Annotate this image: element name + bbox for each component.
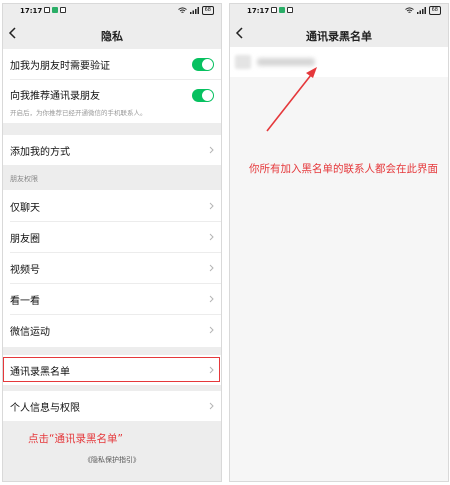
add-me-card: 添加我的方式 bbox=[2, 135, 222, 165]
privacy-screen: 17:17 68 隐私 加我为朋友时需要验证 向我推荐通讯录朋友 开启后，为你推… bbox=[2, 3, 222, 482]
add-friend-verify-row: 加我为朋友时需要验证 bbox=[2, 51, 222, 77]
chevron-right-icon bbox=[209, 326, 214, 334]
wifi-icon bbox=[177, 7, 187, 13]
recommend-hint: 开启后，为你推荐已经开通微信的手机联系人。 bbox=[10, 109, 147, 117]
signal-icon bbox=[189, 7, 199, 14]
click-blacklist-caption: 点击“通讯录黑名单” bbox=[28, 433, 123, 445]
verification-card: 加我为朋友时需要验证 向我推荐通讯录朋友 开启后，为你推荐已经开通微信的手机联系… bbox=[2, 49, 222, 123]
werun-label: 微信运动 bbox=[10, 326, 50, 338]
recommend-contacts-toggle[interactable] bbox=[192, 89, 214, 102]
top-stories-row[interactable]: 看一看 bbox=[2, 286, 222, 312]
privacy-guide-link[interactable]: 《隐私保护指引》 bbox=[2, 455, 222, 465]
moments-row[interactable]: 朋友圈 bbox=[2, 224, 222, 250]
blacklist-screen: 17:17 68 通讯录黑名单 你所有加入黑名单的联系人都会在此界面 bbox=[229, 3, 449, 482]
chevron-right-icon bbox=[209, 402, 214, 410]
page-title: 隐私 bbox=[101, 30, 123, 43]
add-me-methods-row[interactable]: 添加我的方式 bbox=[2, 137, 222, 163]
wechat-notification-icon bbox=[52, 7, 58, 13]
status-right: 68 bbox=[177, 6, 214, 15]
chat-only-label: 仅聊天 bbox=[10, 202, 40, 214]
divider bbox=[10, 79, 222, 80]
personal-info-card: 个人信息与权限 bbox=[2, 391, 222, 421]
status-bar: 17:17 68 bbox=[2, 3, 222, 19]
divider bbox=[10, 283, 222, 284]
chevron-right-icon bbox=[209, 202, 214, 210]
chat-only-row[interactable]: 仅聊天 bbox=[2, 193, 222, 219]
status-time: 17:17 bbox=[20, 7, 43, 15]
chevron-right-icon bbox=[209, 295, 214, 303]
notification-icon bbox=[44, 7, 50, 13]
recommend-contacts-row: 向我推荐通讯录朋友 bbox=[2, 81, 222, 107]
channels-label: 视频号 bbox=[10, 264, 40, 276]
add-friend-verify-label: 加我为朋友时需要验证 bbox=[10, 60, 110, 72]
personal-info-permissions-row[interactable]: 个人信息与权限 bbox=[2, 393, 222, 419]
battery-indicator: 68 bbox=[201, 6, 214, 15]
friend-permissions-card: 仅聊天 朋友圈 视频号 看一看 微信运动 bbox=[2, 190, 222, 347]
personal-info-permissions-label: 个人信息与权限 bbox=[10, 402, 80, 414]
chevron-right-icon bbox=[209, 264, 214, 272]
moments-label: 朋友圈 bbox=[10, 233, 40, 245]
chevron-right-icon bbox=[209, 233, 214, 241]
nav-bar: 隐私 bbox=[2, 21, 222, 47]
divider bbox=[10, 252, 222, 253]
top-stories-label: 看一看 bbox=[10, 295, 40, 307]
divider bbox=[10, 221, 222, 222]
divider bbox=[10, 314, 222, 315]
add-me-methods-label: 添加我的方式 bbox=[10, 146, 70, 158]
friend-permissions-section-label: 朋友权限 bbox=[10, 175, 38, 183]
notification-icon bbox=[60, 7, 66, 13]
blacklist-highlight-box bbox=[3, 357, 220, 382]
channels-row[interactable]: 视频号 bbox=[2, 255, 222, 281]
notification-icons bbox=[44, 7, 66, 13]
blacklist-explanation-note: 你所有加入黑名单的联系人都会在此界面 bbox=[249, 163, 438, 175]
werun-row[interactable]: 微信运动 bbox=[2, 317, 222, 343]
add-friend-verify-toggle[interactable] bbox=[192, 58, 214, 71]
chevron-right-icon bbox=[209, 146, 214, 154]
recommend-contacts-label: 向我推荐通讯录朋友 bbox=[10, 90, 100, 102]
